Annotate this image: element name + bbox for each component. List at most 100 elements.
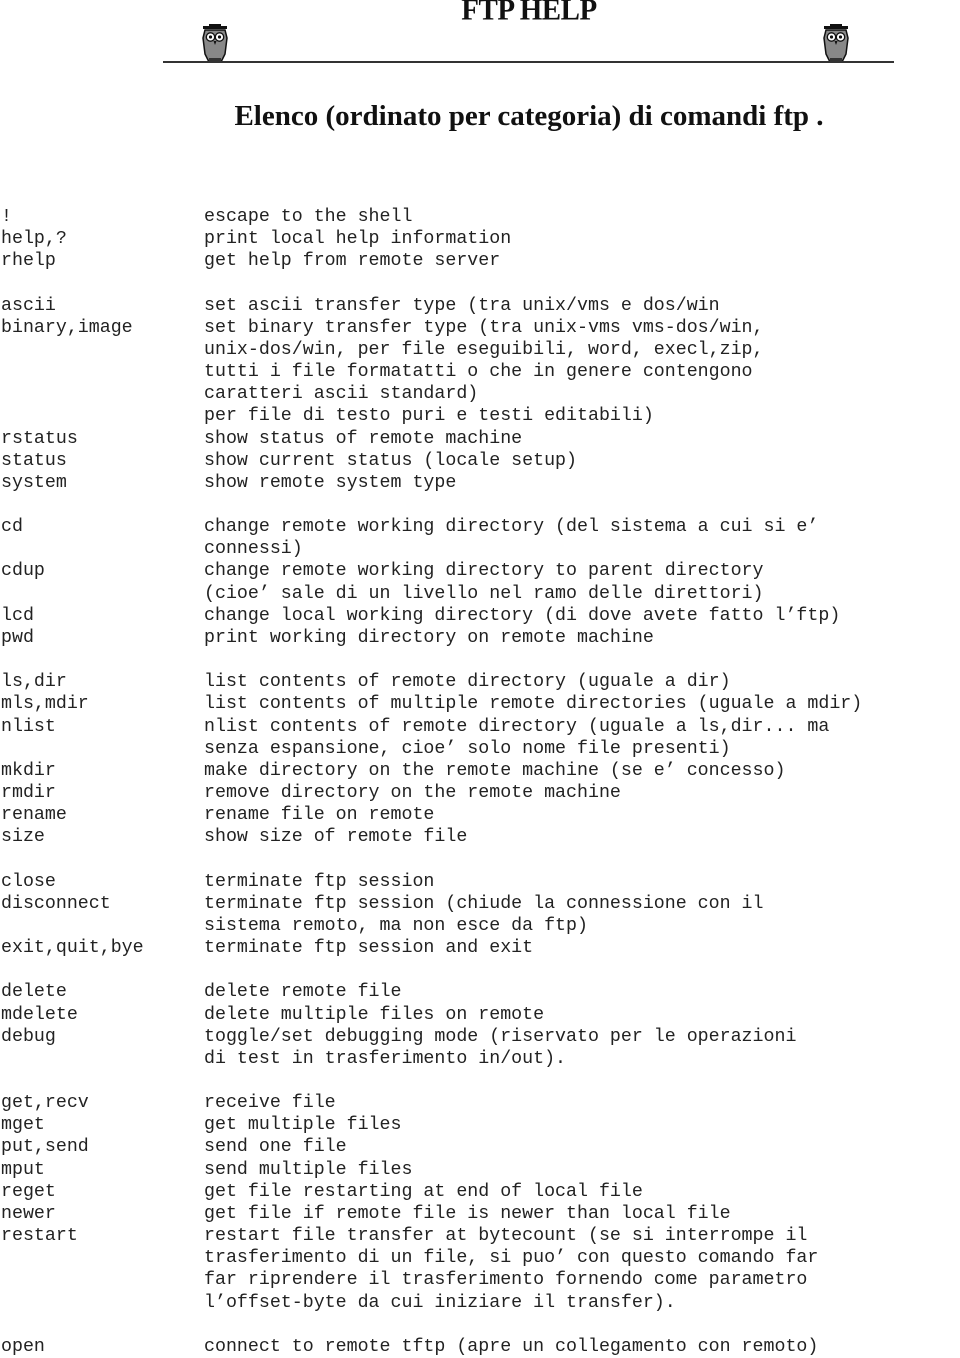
command-description: get file restarting at end of local file [204,1181,643,1202]
command-row: disconnect terminate ftp session (chiude … [1,893,960,915]
command-row: debug toggle/set debugging mode (riservat… [1,1026,960,1048]
command-description: remove directory on the remote machine [204,783,621,804]
command-name: cd [1,517,23,538]
command-row: rmdir remove directory on the remote mach… [1,782,960,804]
command-name: mdelete [1,1004,78,1025]
command-name: close [1,871,56,892]
command-description: print working directory on remote machin… [204,627,654,648]
command-description: (cioe’ sale di un livello nel ramo delle… [204,583,764,604]
command-name: pwd [1,627,34,648]
command-description: restart file transfer at bytecount (se s… [204,1226,808,1247]
command-description: change remote working directory to paren… [204,561,764,582]
command-description: far riprendere il trasferimento fornendo… [204,1270,808,1291]
command-description: list contents of multiple remote directo… [204,694,863,715]
command-description: get help from remote server [204,251,501,272]
command-name: open [1,1336,45,1357]
command-description: make directory on the remote machine (se… [204,760,786,781]
command-row-continuation: l’offset-byte da cui iniziare il transfe… [1,1292,960,1314]
command-name: newer [1,1203,56,1224]
command-description: send one file [204,1137,347,1158]
command-description: toggle/set debugging mode (riservato per… [204,1026,797,1047]
command-row: delete delete remote file [1,981,960,1003]
command-row: reget get file restarting at end of local… [1,1181,960,1203]
command-group: ls,dir list contents of remote directory … [1,671,960,848]
command-row-continuation: caratteri ascii standard) [1,383,960,405]
command-name [1,383,204,405]
command-description: sistema remoto, ma non esce da ftp) [204,915,588,936]
command-row: restart restart file transfer at bytecoun… [1,1225,960,1247]
command-row: status show current status (locale setup) [1,450,960,472]
command-row: rename rename file on remote [1,804,960,826]
command-name [1,1269,204,1291]
command-name [1,1292,204,1314]
command-name: reget [1,1181,56,1202]
command-name [1,361,204,383]
command-description: send multiple files [204,1159,413,1180]
command-description: receive file [204,1093,336,1114]
command-name: binary,image [1,317,133,338]
command-name [1,583,204,605]
command-row: mget get multiple files [1,1114,960,1136]
command-description: terminate ftp session [204,871,435,892]
command-description: terminate ftp session (chiude la conness… [204,893,764,914]
command-row: close terminate ftp session [1,871,960,893]
command-name [1,738,204,760]
command-name [1,915,204,937]
command-description: tutti i file formatatti o che in genere … [204,362,753,383]
command-name: nlist [1,716,56,737]
command-name: ls,dir [1,672,67,693]
command-row-continuation: unix-dos/win, per file eseguibili, word,… [1,339,960,361]
command-name: help,? [1,229,67,250]
command-description: show current status (locale setup) [204,450,577,471]
command-description: delete multiple files on remote [204,1004,545,1025]
owl-icon [202,24,228,63]
command-name: exit,quit,bye [1,938,144,959]
command-name: system [1,472,67,493]
command-name: cdup [1,561,45,582]
command-group: delete delete remote file mdelete delete mu… [1,981,960,1070]
command-description: get multiple files [204,1115,402,1136]
command-name: ! [1,207,12,227]
command-description: show status of remote machine [204,428,523,449]
command-name: rename [1,805,67,826]
command-name: mput [1,1159,45,1180]
command-description: senza espansione, cioe’ solo nome file p… [204,738,731,759]
command-row: rhelp get help from remote server [1,250,960,272]
command-name [1,1048,204,1070]
command-name: mget [1,1115,45,1136]
command-row-continuation: trasferimento di un file, si puo’ con qu… [1,1247,960,1269]
command-description: unix-dos/win, per file eseguibili, word,… [204,339,764,360]
command-row: mls,mdir list contents of multiple remote… [1,693,960,715]
command-row: ascii set ascii transfer type (tra unix/v… [1,295,960,317]
command-row: get,recv receive file [1,1092,960,1114]
command-description: list contents of remote directory (ugual… [204,672,731,693]
command-row: mput send multiple files [1,1159,960,1181]
command-name: status [1,450,67,471]
command-description: caratteri ascii standard) [204,384,479,405]
command-description: show remote system type [204,472,457,493]
command-description: change local working directory (di dove … [204,605,841,626]
command-name: disconnect [1,893,111,914]
command-description: nlist contents of remote directory (ugua… [204,716,830,737]
command-description: per file di testo puri e testi editabili… [204,406,654,427]
command-row: mdelete delete multiple files on remote [1,1004,960,1026]
command-row-continuation: connessi) [1,538,960,560]
command-name: rmdir [1,783,56,804]
command-name: lcd [1,605,34,626]
header-divider [163,61,894,63]
command-row-continuation: sistema remoto, ma non esce da ftp) [1,915,960,937]
command-group: ascii set ascii transfer type (tra unix/v… [1,295,960,494]
command-name: size [1,827,45,848]
command-row: help,? print local help information [1,228,960,250]
command-description: trasferimento di un file, si puo’ con qu… [204,1248,819,1269]
command-row: open connect to remote tftp (apre un coll… [1,1336,960,1358]
command-row-continuation: tutti i file formatatti o che in genere … [1,361,960,383]
command-description: print local help information [204,229,512,250]
command-name: rstatus [1,428,78,449]
command-description: get file if remote file is newer than lo… [204,1203,731,1224]
command-row: cdup change remote working directory to p… [1,560,960,582]
command-row: exit,quit,bye terminate ftp session and e… [1,937,960,959]
